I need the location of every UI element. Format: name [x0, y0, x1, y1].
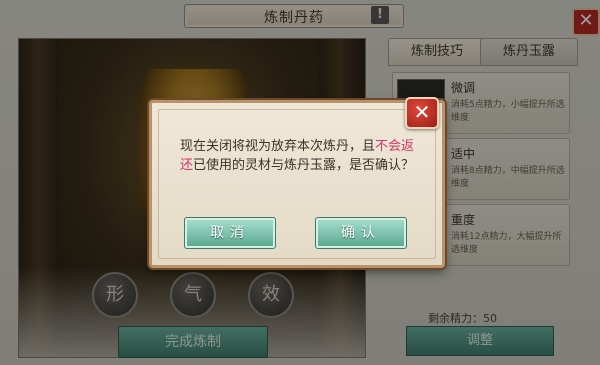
dialog-message: 现在关闭将视为放弃本次炼丹，且不会返还已使用的灵材与炼丹玉露，是否确认？	[180, 137, 420, 175]
dialog-close-button[interactable]: ✕	[405, 97, 439, 129]
message-text: 已使用的灵材与炼丹玉露，是否确认？	[193, 158, 415, 173]
message-text: 现在关闭将视为放弃本次炼丹，且	[180, 139, 376, 154]
cancel-button[interactable]: 取消	[184, 217, 276, 249]
confirm-button[interactable]: 确认	[315, 217, 407, 249]
